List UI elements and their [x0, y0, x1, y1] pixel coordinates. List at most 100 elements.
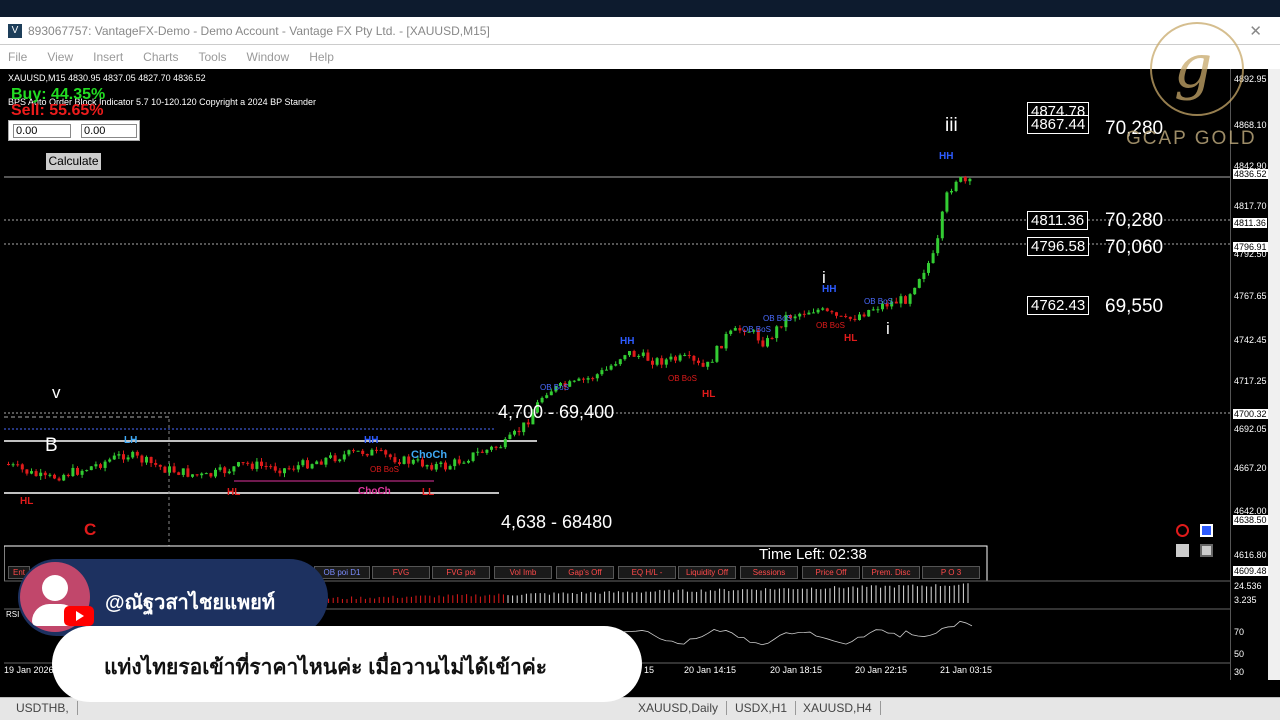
candle-body — [710, 361, 714, 363]
wave-label-i: i — [886, 319, 890, 338]
candle-body — [687, 354, 691, 356]
candle-body — [384, 450, 388, 455]
menu-charts[interactable]: Charts — [143, 50, 178, 64]
panel-button[interactable]: P O 3 — [922, 566, 980, 579]
candle-body — [34, 471, 38, 477]
candle-body — [48, 474, 52, 476]
rsi-line — [623, 620, 973, 646]
panel-button[interactable]: FVG poi — [432, 566, 490, 579]
candle-body — [618, 359, 622, 365]
menu-tools[interactable]: Tools — [199, 50, 227, 64]
candle-body — [227, 471, 231, 474]
menu-insert[interactable]: Insert — [93, 50, 123, 64]
calc-input-2[interactable] — [81, 124, 137, 138]
candle-body — [825, 308, 829, 312]
tab-xauusd-daily[interactable]: XAUUSD,Daily — [630, 701, 728, 715]
trash-icon[interactable] — [1176, 544, 1189, 557]
ob-bos-label: OB BoS — [742, 325, 771, 334]
choch-label: ChoCh — [411, 449, 448, 461]
candle-body — [480, 451, 484, 453]
tab-usdx-h1[interactable]: USDX,H1 — [727, 701, 797, 715]
annotation-4700: 4,700 - 69,400 — [498, 402, 615, 422]
candle-body — [600, 370, 604, 375]
panel-button[interactable]: Price Off — [802, 566, 860, 579]
wave-label-B: B — [45, 435, 58, 456]
panel-button[interactable]: Liquidity Off — [678, 566, 736, 579]
menu-help[interactable]: Help — [309, 50, 334, 64]
ob-bos-label: OB BoS — [540, 383, 569, 392]
ob-bos-label: OB BoS — [763, 314, 792, 323]
candle-body — [775, 326, 779, 339]
candle-body — [168, 466, 171, 473]
close-icon[interactable]: ✕ — [1249, 22, 1262, 40]
avatar — [20, 562, 94, 632]
candle-body — [145, 456, 148, 463]
choch-label: ChoCh — [358, 486, 391, 497]
candle-body — [177, 472, 181, 475]
panel-button[interactable]: EQ H/L - — [618, 566, 676, 579]
panel-button[interactable]: FVG — [372, 566, 430, 579]
candle-body — [398, 462, 401, 464]
candle-body — [310, 464, 314, 469]
candle-body — [347, 450, 351, 455]
wave-label-iii: iii — [945, 115, 958, 136]
candle-body — [858, 314, 861, 321]
tab-xauusd-h4[interactable]: XAUUSD,H4 — [795, 701, 881, 715]
hh-label: HH — [822, 284, 837, 295]
candle-body — [733, 328, 737, 331]
tab-usdthb[interactable]: USDTHB, — [8, 701, 78, 715]
gcap-logo: g — [1150, 22, 1244, 116]
calc-input-1[interactable] — [13, 124, 71, 138]
candle-body — [112, 455, 116, 460]
candle-body — [844, 316, 848, 318]
vertical-scrollbar[interactable] — [1268, 69, 1280, 680]
price-scale-label: 4616.80 — [1234, 550, 1267, 560]
candle-body — [315, 461, 319, 465]
candle-body — [126, 457, 130, 460]
candle-body — [85, 470, 89, 472]
candle-body — [641, 352, 645, 356]
candle-body — [899, 296, 903, 304]
panel-button[interactable]: Vol Imb — [494, 566, 552, 579]
candle-body — [816, 309, 820, 313]
candle-body — [375, 449, 378, 451]
candle-body — [922, 272, 926, 279]
price-scale-label: 50 — [1234, 649, 1245, 659]
candle-body — [609, 365, 613, 370]
candle-body — [66, 474, 70, 477]
menu-view[interactable]: View — [47, 50, 73, 64]
candle-body — [255, 461, 259, 469]
candle-body — [628, 351, 631, 356]
candle-body — [232, 466, 236, 472]
level-box: 4762.43 — [1027, 296, 1090, 315]
candle-body — [904, 296, 907, 304]
stop-icon[interactable] — [1200, 524, 1213, 537]
candle-body — [499, 447, 503, 449]
candle-body — [862, 314, 866, 317]
candle-body — [701, 362, 705, 367]
candle-body — [62, 474, 66, 481]
menu-window[interactable]: Window — [247, 50, 290, 64]
candle-body — [513, 430, 516, 435]
panel-icon[interactable] — [1200, 544, 1213, 557]
candle-body — [241, 462, 245, 464]
candle-body — [476, 451, 480, 453]
record-icon[interactable] — [1176, 524, 1189, 537]
candle-body — [761, 340, 765, 347]
candle-body — [154, 463, 158, 465]
panel-button[interactable]: Prem. Disc — [862, 566, 920, 579]
candle-body — [908, 294, 912, 304]
menu-file[interactable]: File — [8, 50, 27, 64]
comment-text: แท่งไทยรอเข้าที่ราคาไหนค่ะ เมื่อวานไม่ได… — [104, 656, 548, 679]
panel-button[interactable]: Gap's Off — [556, 566, 614, 579]
candle-body — [968, 178, 972, 182]
level-value: 69,550 — [1105, 296, 1164, 317]
candle-body — [361, 450, 365, 454]
price-scale-label: 4692.05 — [1234, 424, 1267, 434]
candle-body — [333, 455, 337, 462]
candle-body — [494, 446, 498, 448]
candle-body — [522, 422, 526, 433]
calculate-button[interactable]: Calculate — [46, 153, 101, 170]
panel-button[interactable]: Sessions — [740, 566, 798, 579]
candle-body — [39, 472, 43, 477]
